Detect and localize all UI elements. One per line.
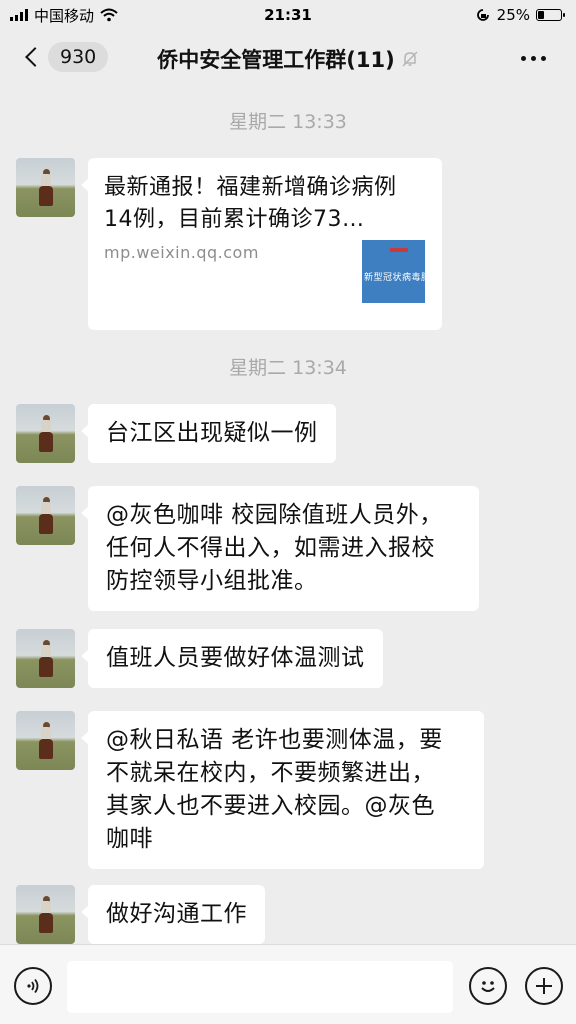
battery-percent: 25% bbox=[496, 6, 530, 24]
link-title: 最新通报！福建新增确诊病例14例，目前累计确诊73… bbox=[104, 175, 397, 232]
mute-bell-icon bbox=[402, 51, 418, 67]
message-line: 咖啡 bbox=[106, 826, 153, 852]
link-source: mp.weixin.qq.com bbox=[104, 243, 259, 262]
message-bubble[interactable]: 台江区出现疑似一例 bbox=[81, 404, 336, 463]
voice-icon bbox=[27, 978, 39, 994]
message-bubble[interactable]: @灰色咖啡 校园除值班人员外， 任何人不得出入，如需进入报校 防控领导小组批准。 bbox=[81, 486, 479, 611]
message-bubble[interactable]: 值班人员要做好体温测试 bbox=[81, 629, 383, 688]
battery-fill bbox=[538, 11, 544, 19]
more-dot bbox=[531, 56, 536, 61]
message-input[interactable] bbox=[67, 961, 453, 1013]
status-left: 中国移动 bbox=[10, 5, 118, 26]
message-bubble[interactable]: 做好沟通工作 bbox=[81, 885, 265, 944]
sender-avatar[interactable] bbox=[16, 404, 75, 463]
status-right: 25% bbox=[475, 6, 565, 24]
message-line: 不就呆在校内，不要频繁进出， bbox=[106, 760, 435, 786]
link-card[interactable]: 最新通报！福建新增确诊病例14例，目前累计确诊73… mp.weixin.qq.… bbox=[81, 158, 442, 330]
chat-history[interactable]: 星期二 13:33 最新通报！福建新增确诊病例14例，目前累计确诊73… mp.… bbox=[0, 88, 576, 944]
carrier-label: 中国移动 bbox=[34, 6, 95, 25]
input-bar bbox=[0, 944, 576, 1024]
sender-avatar[interactable] bbox=[16, 629, 75, 688]
more-dot bbox=[541, 56, 546, 61]
orientation-lock-icon bbox=[476, 9, 489, 21]
plus-button[interactable] bbox=[525, 967, 563, 1005]
message-line: @灰色咖啡 校园除值班人员外， bbox=[106, 502, 443, 528]
signal-icon bbox=[10, 9, 28, 21]
link-thumbnail: 新型冠状病毒肺炎 bbox=[362, 240, 425, 303]
chevron-left-icon bbox=[25, 47, 45, 67]
wifi-icon bbox=[100, 8, 118, 22]
sender-avatar[interactable] bbox=[16, 711, 75, 770]
back-button[interactable]: 930 bbox=[22, 42, 109, 72]
chat-title: 侨中安全管理工作群(11) bbox=[157, 48, 395, 72]
unread-count-badge: 930 bbox=[48, 42, 109, 72]
status-bar: 中国移动 21:31 25% bbox=[0, 0, 576, 30]
emoji-button[interactable] bbox=[469, 967, 507, 1005]
voice-button[interactable] bbox=[14, 967, 52, 1005]
more-dot bbox=[521, 56, 526, 61]
emoji-icon bbox=[481, 981, 495, 992]
link-thumbnail-text: 新型冠状病毒肺炎 bbox=[364, 273, 425, 283]
sender-avatar[interactable] bbox=[16, 158, 75, 217]
plus-icon bbox=[536, 978, 552, 994]
time-divider: 星期二 13:33 bbox=[229, 111, 347, 133]
nav-bar: 930 侨中安全管理工作群(11) bbox=[0, 30, 576, 88]
sender-avatar[interactable] bbox=[16, 885, 75, 944]
message-line: 防控领导小组批准。 bbox=[106, 568, 318, 594]
battery-icon bbox=[536, 9, 565, 21]
time-divider: 星期二 13:34 bbox=[229, 357, 347, 379]
sender-avatar[interactable] bbox=[16, 486, 75, 545]
message-line: @秋日私语 老许也要测体温，要 bbox=[106, 727, 443, 753]
message-line: 任何人不得出入，如需进入报校 bbox=[106, 535, 435, 561]
link-meta: mp.weixin.qq.com 新型冠状病毒肺炎 bbox=[104, 236, 426, 316]
more-options-button[interactable] bbox=[521, 56, 546, 61]
message-line: 其家人也不要进入校园。@灰色 bbox=[106, 793, 435, 819]
message-bubble[interactable]: @秋日私语 老许也要测体温，要 不就呆在校内，不要频繁进出， 其家人也不要进入校… bbox=[81, 711, 484, 869]
